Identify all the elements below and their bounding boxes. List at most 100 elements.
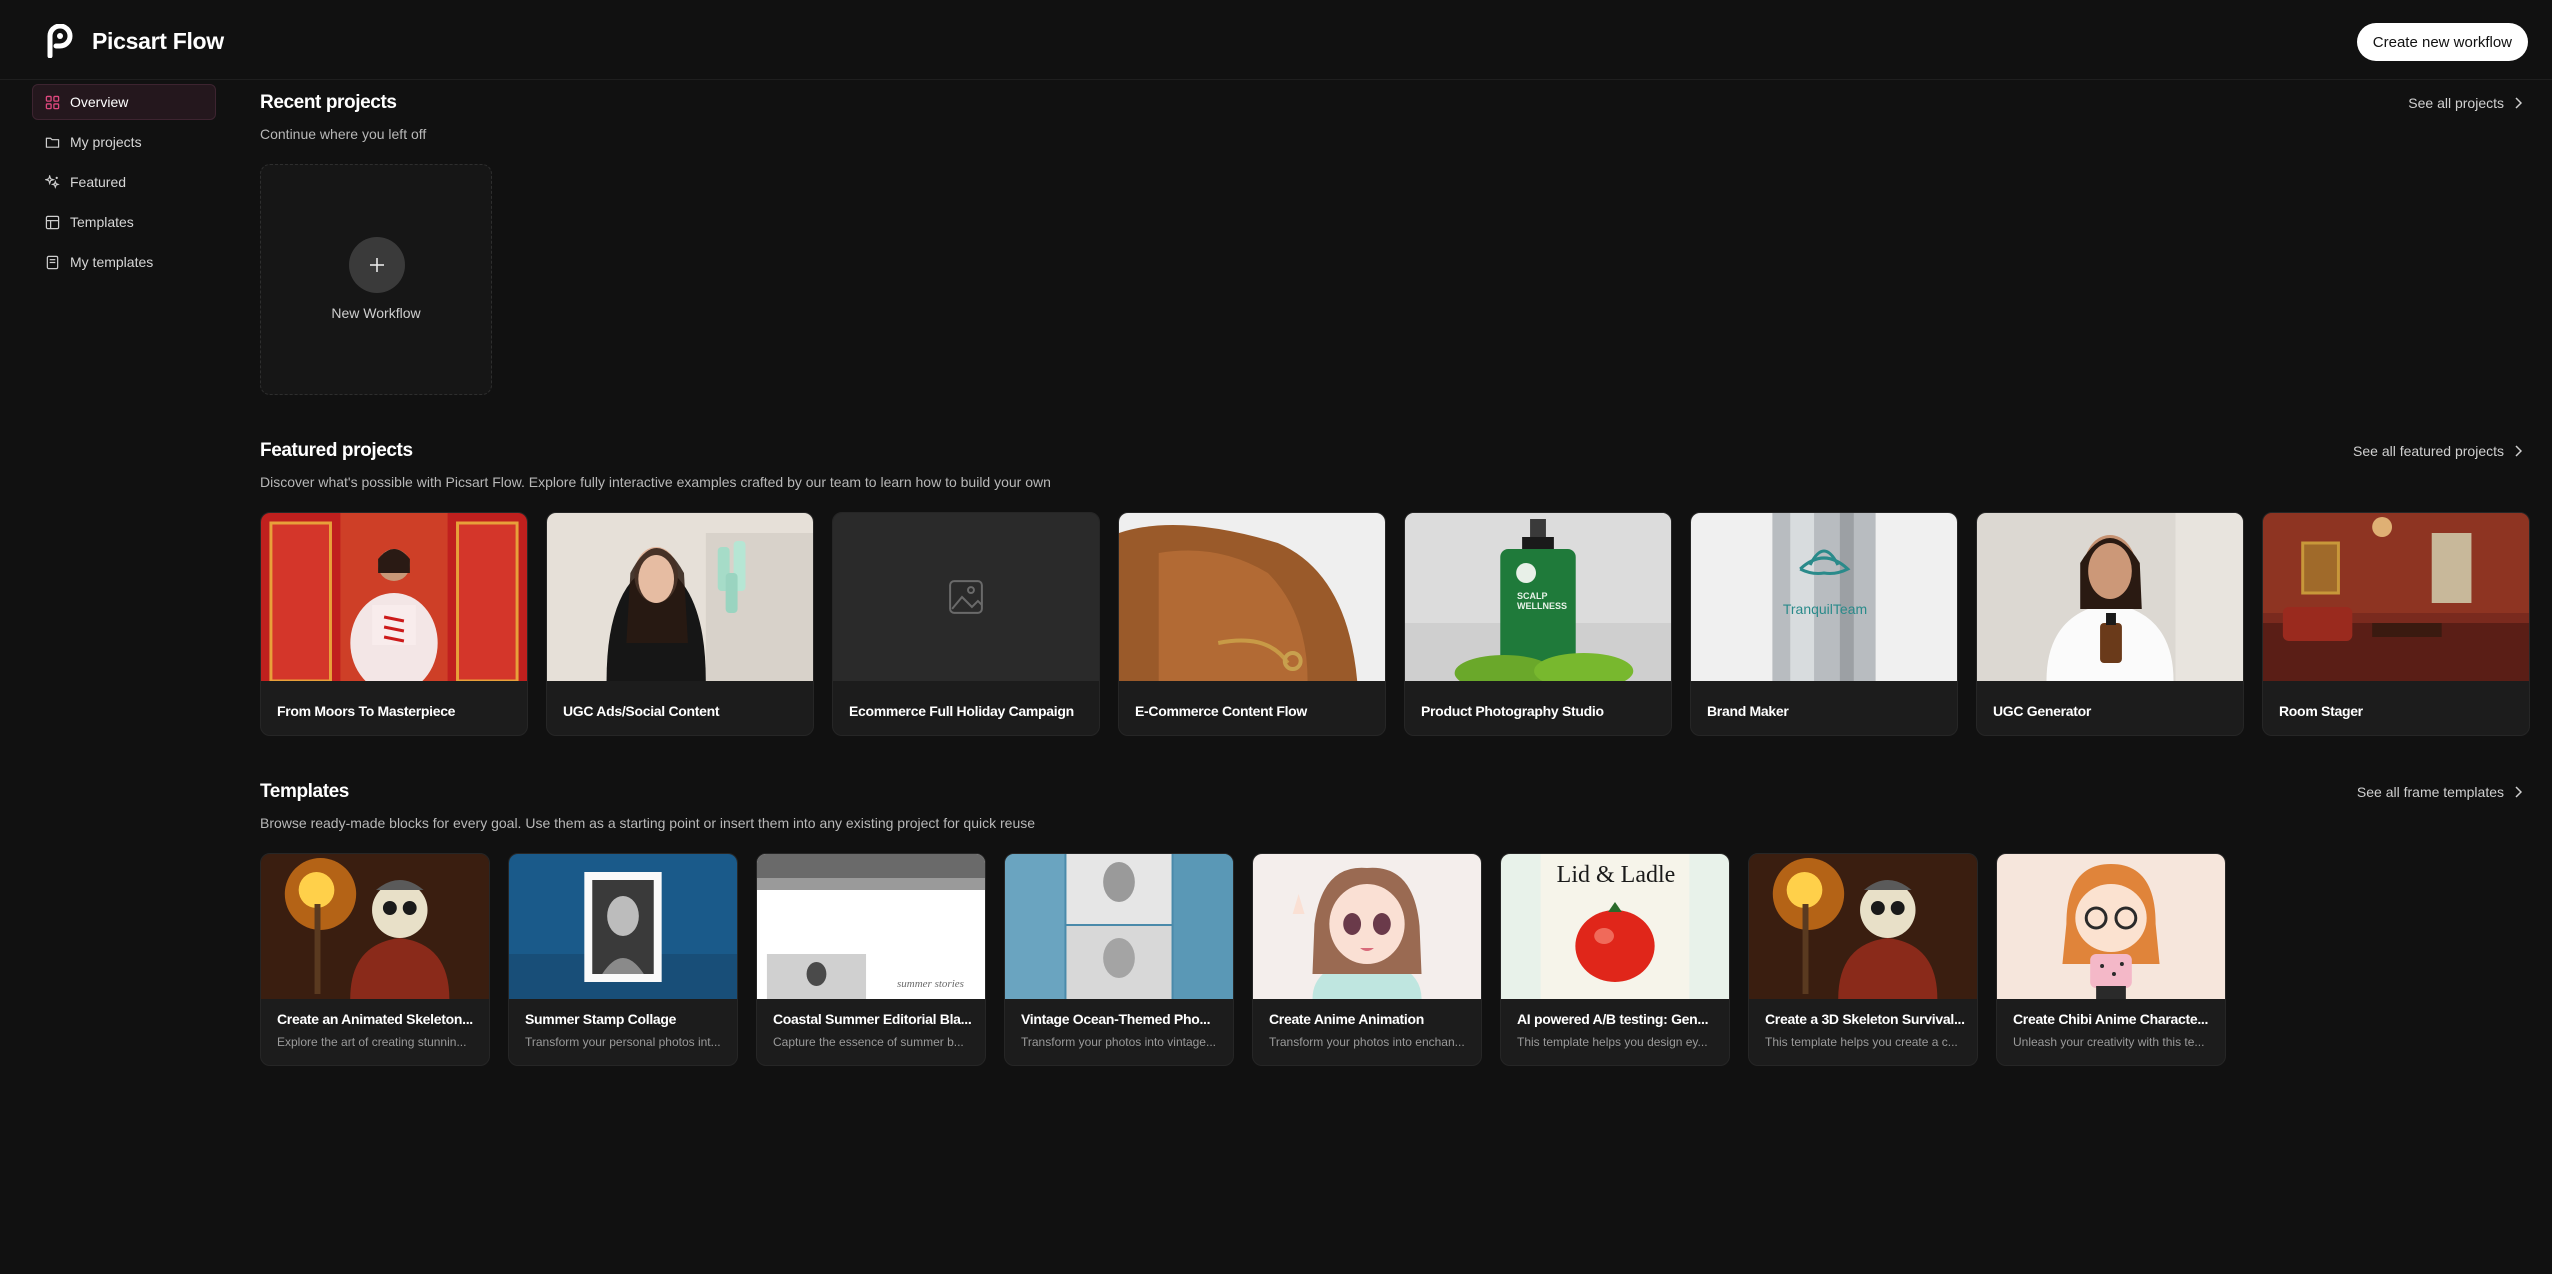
featured-thumbnail	[2263, 513, 2529, 681]
picsart-logo-icon	[47, 24, 73, 58]
wellness-label-text: SCALP WELLNESS	[1517, 591, 1568, 611]
template-card[interactable]: Create an Animated Skeleton... Explore t…	[260, 853, 490, 1066]
template-card[interactable]: Vintage Ocean-Themed Pho... Transform yo…	[1004, 853, 1234, 1066]
template-icon	[44, 214, 60, 230]
see-all-templates-link[interactable]: See all frame templates	[2357, 784, 2522, 800]
featured-projects-title: Featured projects	[260, 440, 413, 461]
featured-label: Room Stager	[2279, 703, 2363, 719]
featured-card[interactable]: TranquilTeam Brand Maker	[1690, 512, 1958, 736]
featured-label: E-Commerce Content Flow	[1135, 703, 1308, 719]
featured-card[interactable]: Ecommerce Full Holiday Campaign	[832, 512, 1100, 736]
template-description: Transform your photos into vintage...	[1021, 1035, 1216, 1049]
chevron-right-icon	[2515, 445, 2522, 457]
templates-title: Templates	[260, 781, 349, 802]
sidebar-item-overview[interactable]: Overview	[32, 84, 216, 120]
summer-stories-text: summer stories	[897, 978, 964, 990]
sidebar-item-templates[interactable]: Templates	[32, 204, 216, 240]
brand[interactable]: Picsart Flow	[46, 24, 224, 58]
template-card[interactable]: summer stories Coastal Summer Editorial …	[756, 853, 986, 1066]
featured-thumbnail	[1119, 513, 1385, 681]
template-card[interactable]: Create Chibi Anime Characte... Unleash y…	[1996, 853, 2226, 1066]
featured-label: From Moors To Masterpiece	[277, 703, 456, 719]
featured-card[interactable]: SCALP WELLNESS Product Photography Studi…	[1404, 512, 1672, 736]
app-root: Picsart Flow Create new workflow Overvie…	[0, 0, 2552, 1274]
template-title: AI powered A/B testing: Gen...	[1517, 1011, 1709, 1027]
sidebar-item-my-projects[interactable]: My projects	[32, 124, 216, 160]
lid-ladle-text: Lid & Ladle	[1556, 862, 1676, 888]
brand-maker-text: TranquilTeam	[1782, 601, 1868, 617]
template-thumbnail	[1997, 854, 2225, 999]
template-thumbnail: summer stories	[757, 854, 985, 999]
sidebar-item-label: My templates	[70, 254, 154, 270]
template-title: Summer Stamp Collage	[525, 1011, 677, 1027]
sidebar: Overview My projects Featured Templates …	[32, 84, 216, 284]
template-title: Coastal Summer Editorial Bla...	[773, 1011, 972, 1027]
recent-projects-title: Recent projects	[260, 92, 397, 113]
featured-label: UGC Generator	[1993, 703, 2092, 719]
plus-icon	[349, 237, 405, 293]
featured-card[interactable]: UGC Ads/Social Content	[546, 512, 814, 736]
app-name: Picsart Flow	[92, 27, 224, 54]
featured-label: Product Photography Studio	[1421, 703, 1604, 719]
recent-projects-subtitle: Continue where you left off	[260, 126, 427, 142]
featured-thumbnail	[261, 513, 527, 681]
see-all-projects-link[interactable]: See all projects	[2408, 95, 2522, 111]
see-all-featured-link[interactable]: See all featured projects	[2353, 443, 2522, 459]
featured-thumbnail: SCALP WELLNESS	[1405, 513, 1671, 681]
see-all-label: See all featured projects	[2353, 443, 2504, 459]
sidebar-item-label: My projects	[70, 134, 142, 150]
sidebar-item-my-templates[interactable]: My templates	[32, 244, 216, 280]
template-card[interactable]: Create Anime Animation Transform your ph…	[1252, 853, 1482, 1066]
templates-row: Create an Animated Skeleton... Explore t…	[260, 853, 2226, 1066]
new-workflow-label: New Workflow	[331, 305, 421, 321]
template-description: Explore the art of creating stunnin...	[277, 1035, 467, 1049]
template-description: Transform your personal photos int...	[525, 1035, 721, 1049]
featured-projects-row: From Moors To Masterpiece UGC Ads/Social…	[260, 512, 2530, 736]
template-thumbnail	[1749, 854, 1977, 999]
template-title: Create Anime Animation	[1269, 1011, 1424, 1027]
folder-icon	[44, 134, 60, 150]
grid-icon	[44, 94, 60, 110]
template-description: This template helps you create a c...	[1765, 1035, 1958, 1049]
template-thumbnail	[261, 854, 489, 999]
chevron-right-icon	[2515, 97, 2522, 109]
top-bar: Picsart Flow Create new workflow	[0, 0, 2552, 80]
featured-card[interactable]: E-Commerce Content Flow	[1118, 512, 1386, 736]
featured-card[interactable]: UGC Generator	[1976, 512, 2244, 736]
template-description: Unleash your creativity with this te...	[2013, 1035, 2205, 1049]
sidebar-item-label: Templates	[70, 214, 134, 230]
template-description: Transform your photos into enchan...	[1269, 1035, 1465, 1049]
templates-subtitle: Browse ready-made blocks for every goal.…	[260, 815, 1036, 831]
sidebar-item-label: Overview	[70, 94, 129, 110]
template-title: Create a 3D Skeleton Survival...	[1765, 1011, 1965, 1027]
template-title: Create an Animated Skeleton...	[277, 1011, 473, 1027]
bookmark-icon	[44, 254, 60, 270]
featured-label: Ecommerce Full Holiday Campaign	[849, 703, 1074, 719]
featured-card[interactable]: Room Stager	[2262, 512, 2530, 736]
featured-thumbnail	[1977, 513, 2243, 681]
template-thumbnail: Lid & Ladle	[1501, 854, 1729, 999]
template-thumbnail	[509, 854, 737, 999]
template-thumbnail	[1005, 854, 1233, 999]
template-description: This template helps you design ey...	[1517, 1035, 1708, 1049]
see-all-label: See all projects	[2408, 95, 2504, 111]
chevron-right-icon	[2515, 786, 2522, 798]
template-thumbnail	[1253, 854, 1481, 999]
featured-projects-subtitle: Discover what's possible with Picsart Fl…	[260, 474, 1051, 490]
template-title: Vintage Ocean-Themed Pho...	[1021, 1011, 1211, 1027]
new-workflow-card[interactable]: New Workflow	[260, 164, 492, 395]
template-card[interactable]: Lid & Ladle AI powered A/B testing: Gen.…	[1500, 853, 1730, 1066]
featured-card[interactable]: From Moors To Masterpiece	[260, 512, 528, 736]
template-title: Create Chibi Anime Characte...	[2013, 1011, 2209, 1027]
template-card[interactable]: Create a 3D Skeleton Survival... This te…	[1748, 853, 1978, 1066]
see-all-label: See all frame templates	[2356, 784, 2504, 800]
sidebar-item-featured[interactable]: Featured	[32, 164, 216, 200]
featured-label: UGC Ads/Social Content	[563, 703, 720, 719]
image-placeholder-icon	[833, 513, 1099, 681]
featured-thumbnail	[547, 513, 813, 681]
template-card[interactable]: Summer Stamp Collage Transform your pers…	[508, 853, 738, 1066]
sidebar-item-label: Featured	[70, 174, 127, 190]
featured-label: Brand Maker	[1707, 703, 1789, 719]
sparkle-icon	[44, 174, 60, 190]
create-new-workflow-button[interactable]: Create new workflow	[2356, 23, 2528, 61]
